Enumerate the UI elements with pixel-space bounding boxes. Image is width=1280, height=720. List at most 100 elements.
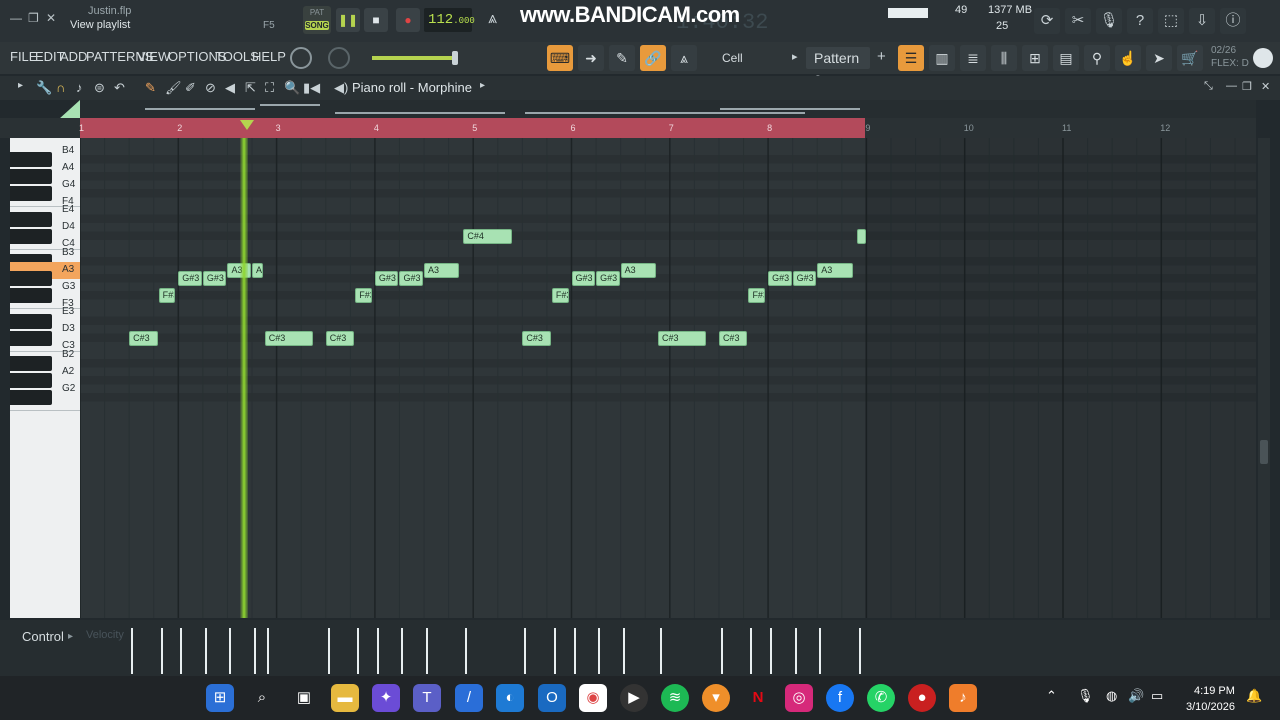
- note[interactable]: A3: [252, 262, 263, 278]
- mute-tool-icon[interactable]: ⊘: [205, 80, 216, 96]
- whatsapp-icon[interactable]: ✆: [867, 684, 895, 712]
- black-key[interactable]: [10, 330, 52, 346]
- velocity-bar[interactable]: [180, 628, 183, 674]
- velocity-bar[interactable]: [204, 628, 207, 674]
- pause-button[interactable]: ❚❚: [336, 8, 360, 32]
- playback-tool-icon[interactable]: ▮◀: [303, 80, 320, 96]
- facebook-icon[interactable]: f: [826, 684, 854, 712]
- velocity-bar[interactable]: [266, 628, 269, 674]
- note[interactable]: C#3: [264, 330, 313, 346]
- pattern-overview[interactable]: [80, 100, 1256, 118]
- control-arrow-icon[interactable]: ▸: [68, 631, 73, 642]
- fl-studio-icon[interactable]: ♪: [949, 684, 977, 712]
- undo-icon[interactable]: ↶: [114, 80, 125, 96]
- plugin-plug-icon[interactable]: ⚲: [1084, 45, 1110, 71]
- pr-close-icon[interactable]: ✕: [1261, 80, 1270, 93]
- note[interactable]: F#3: [158, 288, 176, 303]
- system-clock[interactable]: 4:19 PM 3/10/2026: [1186, 683, 1235, 715]
- info-icon[interactable]: ⓘ: [1220, 8, 1246, 34]
- select-tool-icon[interactable]: ⇱: [245, 80, 256, 96]
- browser-icon[interactable]: ▤: [1053, 45, 1079, 71]
- copilot-icon[interactable]: ✦: [372, 684, 400, 712]
- pen-icon[interactable]: ✎: [609, 45, 635, 71]
- piano-roll-icon[interactable]: ▥: [929, 45, 955, 71]
- notification-icon[interactable]: 🔔: [1246, 688, 1262, 704]
- pr-maximize-icon[interactable]: ❐: [1242, 80, 1252, 93]
- black-key[interactable]: [10, 373, 52, 388]
- menu-help[interactable]: HELP: [252, 49, 286, 64]
- black-key[interactable]: [10, 152, 52, 167]
- snap-icon[interactable]: ∩: [56, 80, 65, 95]
- playhead-marker[interactable]: [240, 120, 254, 130]
- velocity-bar[interactable]: [598, 628, 601, 674]
- black-key[interactable]: [10, 211, 52, 227]
- undo-history-icon[interactable]: ⟳: [1034, 8, 1060, 34]
- media-player-icon[interactable]: ▶: [620, 684, 648, 712]
- stop-button[interactable]: ■: [364, 8, 388, 32]
- velocity-bar[interactable]: [553, 628, 556, 674]
- black-key[interactable]: [10, 186, 52, 201]
- microphone-icon[interactable]: 🎙: [1096, 8, 1122, 34]
- bandicam-icon[interactable]: ●: [908, 684, 936, 712]
- note[interactable]: C#3: [718, 330, 748, 346]
- vertical-scrollbar[interactable]: [1258, 138, 1270, 618]
- close-icon[interactable]: ✕: [46, 11, 56, 25]
- velocity-bar[interactable]: [426, 628, 429, 674]
- note[interactable]: G#3: [571, 271, 596, 286]
- outlook-icon[interactable]: O: [538, 684, 566, 712]
- stamp-icon[interactable]: ⊜: [94, 80, 105, 96]
- note[interactable]: C#3: [325, 330, 355, 346]
- instagram-icon[interactable]: ◎: [785, 684, 813, 712]
- draw-tool-icon[interactable]: ✎: [145, 80, 156, 96]
- edge-icon[interactable]: ◐: [496, 684, 524, 712]
- channel-rack-icon[interactable]: ≣: [960, 45, 986, 71]
- plugin-icon[interactable]: ⊞: [1022, 45, 1048, 71]
- velocity-bar[interactable]: [622, 628, 625, 674]
- paint-tool-icon[interactable]: 🖌: [165, 80, 182, 96]
- menu-view[interactable]: VIEW: [137, 49, 170, 64]
- file-explorer-icon[interactable]: ▬: [331, 684, 359, 712]
- mic-tray-icon[interactable]: 🎙: [1077, 688, 1094, 704]
- network-icon[interactable]: ◍: [1106, 688, 1117, 704]
- black-key[interactable]: [10, 313, 52, 329]
- teams-icon[interactable]: T: [413, 684, 441, 712]
- delete-tool-icon[interactable]: ✐: [185, 80, 196, 96]
- restore-icon[interactable]: ❐: [28, 11, 39, 25]
- note[interactable]: G#3: [596, 271, 620, 286]
- render-icon[interactable]: ⇩: [1189, 8, 1215, 34]
- magnet-icon[interactable]: 🔧: [36, 80, 52, 96]
- black-key[interactable]: [10, 169, 52, 184]
- black-key[interactable]: [10, 271, 52, 286]
- control-label[interactable]: Control: [22, 629, 64, 644]
- velocity-bar[interactable]: [720, 628, 723, 674]
- spotify-icon[interactable]: ≋: [661, 684, 689, 712]
- note[interactable]: G#3: [374, 271, 399, 286]
- pattern-add-button[interactable]: +: [877, 48, 886, 65]
- note[interactable]: A3: [620, 262, 656, 278]
- slice-tool-icon[interactable]: ◀: [225, 80, 235, 96]
- velocity-bar[interactable]: [229, 628, 232, 674]
- touch-icon[interactable]: ☝: [1115, 45, 1141, 71]
- minimize-icon[interactable]: —: [10, 11, 22, 25]
- note[interactable]: G#3: [178, 271, 202, 286]
- velocity-bar[interactable]: [131, 628, 134, 674]
- velocity-bar[interactable]: [573, 628, 576, 674]
- title-arrow-icon[interactable]: ▸: [480, 80, 485, 91]
- velocity-bar[interactable]: [524, 628, 527, 674]
- note[interactable]: F#3: [748, 288, 766, 303]
- black-key[interactable]: [10, 390, 52, 405]
- velocity-bar[interactable]: [465, 628, 468, 674]
- pat-song-toggle[interactable]: PAT SONG: [303, 6, 331, 34]
- piano-keyboard[interactable]: B4 A4 G4 F4 E4 D4 C4 B3 A3 G3 F3 E3 D3 C3 B2 A2 G2: [10, 138, 80, 618]
- velocity-bar[interactable]: [327, 628, 330, 674]
- metronome-icon[interactable]: ⩓: [488, 10, 497, 28]
- tray-arrow-icon[interactable]: ⌃: [1046, 688, 1057, 704]
- menu-add[interactable]: ADD: [60, 49, 87, 64]
- pattern-prev-icon[interactable]: ▸: [792, 50, 798, 63]
- cell-selector[interactable]: Cell: [700, 47, 784, 69]
- vpn-icon[interactable]: ▾: [702, 684, 730, 712]
- note[interactable]: C#3: [129, 330, 158, 346]
- tempo-display[interactable]: 112.000: [424, 8, 475, 32]
- typing-keyboard-icon[interactable]: ⌨: [547, 45, 573, 71]
- zoom-tool-icon[interactable]: ⛶: [265, 80, 274, 96]
